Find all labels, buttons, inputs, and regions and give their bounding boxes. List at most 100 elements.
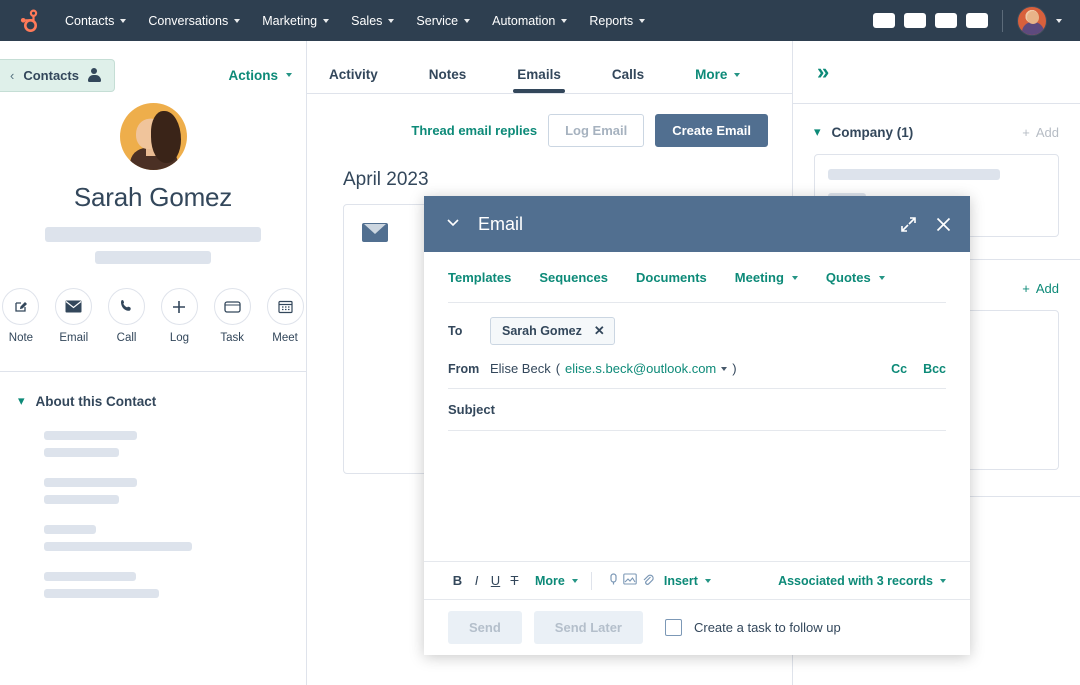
chevron-down-icon[interactable] xyxy=(444,213,462,236)
from-email: elise.s.beck@outlook.com xyxy=(565,361,716,376)
back-to-contacts-button[interactable]: ‹ Contacts xyxy=(0,59,115,92)
recipient-chip[interactable]: Sarah Gomez ✕ xyxy=(490,317,615,345)
nav-item-marketing[interactable]: Marketing xyxy=(251,8,340,34)
tab-emails[interactable]: Emails xyxy=(517,67,561,93)
from-value[interactable]: Elise Beck ( elise.s.beck@outlook.com ) xyxy=(490,361,737,376)
skeleton-bar xyxy=(44,589,159,598)
send-later-button[interactable]: Send Later xyxy=(534,611,643,644)
hubspot-crm-page: Contacts Conversations Marketing Sales S… xyxy=(0,0,1080,685)
quotes-dropdown[interactable]: Quotes xyxy=(826,270,885,285)
actions-dropdown[interactable]: Actions xyxy=(228,68,292,83)
add-association-button[interactable]: + Add xyxy=(1022,281,1059,296)
add-company-button[interactable]: + Add xyxy=(1022,125,1059,140)
nav-icon-button-3[interactable] xyxy=(935,13,957,28)
paperclip-icon[interactable] xyxy=(639,573,656,589)
add-label: Add xyxy=(1036,125,1059,140)
send-button[interactable]: Send xyxy=(448,611,522,644)
contact-meta-skeletons xyxy=(0,227,306,264)
meeting-label: Meeting xyxy=(735,270,784,285)
quick-action-email[interactable]: Email xyxy=(53,288,95,344)
documents-button[interactable]: Documents xyxy=(636,270,707,285)
remove-recipient-icon[interactable]: ✕ xyxy=(594,323,605,339)
bold-button[interactable]: B xyxy=(448,573,467,588)
tab-notes[interactable]: Notes xyxy=(429,67,467,93)
chevron-down-icon xyxy=(705,579,711,583)
email-modal-toolbar: Templates Sequences Documents Meeting Qu… xyxy=(424,252,970,285)
about-skeletons xyxy=(0,409,306,598)
quotes-label: Quotes xyxy=(826,270,871,285)
phone-icon xyxy=(108,288,145,325)
log-email-button[interactable]: Log Email xyxy=(548,114,644,147)
bcc-button[interactable]: Bcc xyxy=(923,362,946,376)
email-modal-title: Email xyxy=(478,214,523,235)
quick-action-call[interactable]: Call xyxy=(106,288,148,344)
templates-button[interactable]: Templates xyxy=(448,270,511,285)
subject-field[interactable]: Subject xyxy=(424,389,970,417)
expand-diagonal-icon[interactable] xyxy=(899,215,918,234)
quick-action-task[interactable]: Task xyxy=(211,288,253,344)
associated-records-dropdown[interactable]: Associated with 3 records xyxy=(778,574,946,588)
back-button-label: Contacts xyxy=(23,68,79,83)
more-format-dropdown[interactable]: More xyxy=(535,574,578,588)
nav-icon-button-4[interactable] xyxy=(966,13,988,28)
skeleton-bar xyxy=(44,572,136,581)
create-task-checkbox[interactable] xyxy=(665,619,682,636)
meeting-dropdown[interactable]: Meeting xyxy=(735,270,798,285)
thread-email-replies-link[interactable]: Thread email replies xyxy=(411,123,537,138)
tab-calls[interactable]: Calls xyxy=(612,67,644,93)
quick-action-note[interactable]: Note xyxy=(0,288,42,344)
note-edit-icon xyxy=(2,288,39,325)
email-body-editor[interactable] xyxy=(424,431,970,561)
chevron-down-icon xyxy=(879,276,885,280)
nav-item-sales[interactable]: Sales xyxy=(340,8,405,34)
image-icon[interactable] xyxy=(622,573,639,588)
create-task-label: Create a task to follow up xyxy=(694,620,841,635)
nav-icon-button-2[interactable] xyxy=(904,13,926,28)
nav-item-reports[interactable]: Reports xyxy=(578,8,656,34)
cc-button[interactable]: Cc xyxy=(891,362,907,376)
quick-action-label: Email xyxy=(53,332,95,344)
about-this-contact-header[interactable]: ▾ About this Contact xyxy=(0,372,306,409)
insert-dropdown[interactable]: Insert xyxy=(664,574,711,588)
quick-action-log[interactable]: Log xyxy=(159,288,201,344)
create-email-button[interactable]: Create Email xyxy=(655,114,768,147)
company-section-header[interactable]: ▾ Company (1) + Add xyxy=(814,124,1059,140)
skeleton-bar xyxy=(44,448,119,457)
plus-icon xyxy=(161,288,198,325)
close-x-icon[interactable] xyxy=(934,215,953,234)
contact-avatar xyxy=(120,103,187,170)
nav-item-contacts[interactable]: Contacts xyxy=(54,8,137,34)
email-modal-window-controls xyxy=(899,215,953,234)
tab-more[interactable]: More xyxy=(695,67,740,93)
quick-action-meet[interactable]: Meet xyxy=(264,288,306,344)
top-nav-actions xyxy=(873,6,1068,36)
tab-activity[interactable]: Activity xyxy=(329,67,378,93)
user-avatar[interactable] xyxy=(1017,6,1047,36)
nav-item-service[interactable]: Service xyxy=(405,8,481,34)
chevron-down-icon xyxy=(561,19,567,23)
nav-item-conversations[interactable]: Conversations xyxy=(137,8,251,34)
nav-item-label: Service xyxy=(416,14,458,28)
hubspot-sprocket-logo[interactable] xyxy=(12,6,42,36)
underline-button[interactable]: U xyxy=(486,573,505,588)
sequences-button[interactable]: Sequences xyxy=(539,270,608,285)
top-navigation-bar: Contacts Conversations Marketing Sales S… xyxy=(0,0,1080,41)
italic-button[interactable]: I xyxy=(467,573,486,588)
to-field-row: To Sarah Gomez ✕ xyxy=(424,303,970,345)
link-icon[interactable] xyxy=(605,573,622,589)
clear-format-button[interactable]: T xyxy=(505,573,524,588)
chevron-down-icon[interactable] xyxy=(721,367,727,371)
nav-item-automation[interactable]: Automation xyxy=(481,8,578,34)
toolbar-divider xyxy=(591,572,592,590)
recipient-name: Sarah Gomez xyxy=(502,324,582,338)
double-chevron-right-icon[interactable]: » xyxy=(817,59,826,85)
nav-icon-button-1[interactable] xyxy=(873,13,895,28)
email-editor-toolbar: B I U T More Insert Associate xyxy=(424,561,970,599)
timeline-month-label: April 2023 xyxy=(307,147,792,191)
chevron-down-icon[interactable] xyxy=(1056,19,1062,23)
from-field-row: From Elise Beck ( elise.s.beck@outlook.c… xyxy=(424,345,970,376)
chevron-left-icon: ‹ xyxy=(10,68,14,83)
email-modal-header[interactable]: Email xyxy=(424,196,970,252)
quick-action-label: Log xyxy=(159,332,201,344)
nav-divider xyxy=(1002,10,1003,32)
